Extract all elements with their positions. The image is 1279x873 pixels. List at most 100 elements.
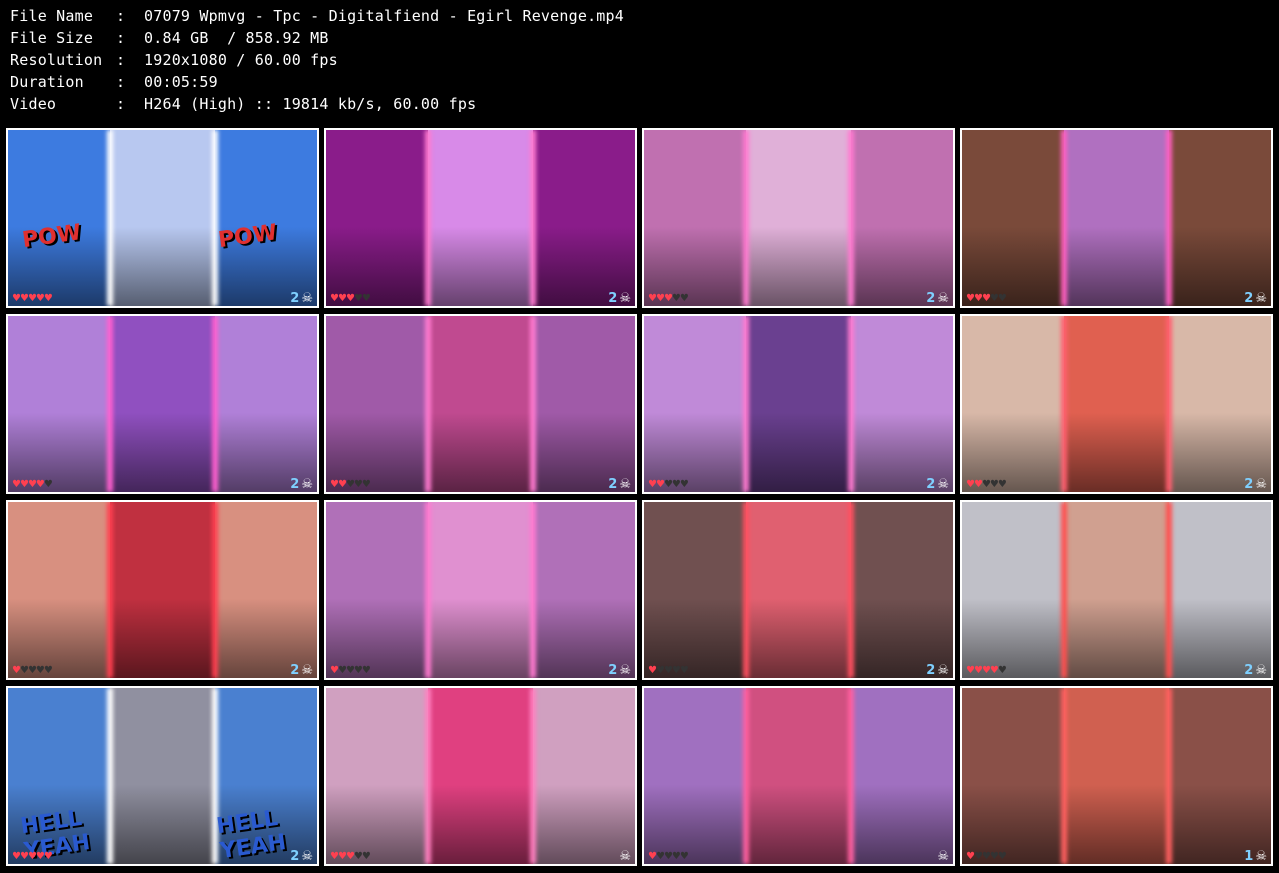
frame-panel xyxy=(851,502,953,678)
thumbnail-6[interactable]: ♥♥♥♥♥ 2 ☠ xyxy=(324,314,637,494)
heart-icon: ♥ xyxy=(361,293,371,304)
glow-divider xyxy=(212,316,219,492)
info-label: File Size xyxy=(10,29,94,47)
heart-icon: ♥ xyxy=(655,665,665,676)
thumbnail-16[interactable]: ♥♥♥♥♥ 1 ☠ xyxy=(960,686,1273,866)
heart-icon: ♥ xyxy=(12,665,21,676)
thumbnail-14[interactable]: ♥♥♥♥♥ ☠ xyxy=(324,686,637,866)
skull-icon: ☠ xyxy=(1255,663,1267,678)
skull-icon: ☠ xyxy=(1255,477,1267,492)
kill-counter: 2 ☠ xyxy=(608,663,631,678)
hearts-icon: ♥♥♥♥♥ xyxy=(330,293,371,304)
skull-icon: ☠ xyxy=(1255,849,1267,864)
frame-panel xyxy=(851,688,953,864)
info-separator: : xyxy=(116,95,126,113)
heart-icon: ♥ xyxy=(43,851,53,862)
hearts-icon: ♥♥♥♥♥ xyxy=(12,665,53,676)
heart-icon: ♥ xyxy=(337,851,347,862)
frame-panel xyxy=(215,316,317,492)
heart-icon: ♥ xyxy=(345,479,355,490)
glow-divider xyxy=(1166,316,1173,492)
frame-panel xyxy=(533,130,635,306)
thumbnail-13[interactable]: HELL YEAH HELL YEAH ♥♥♥♥♥ 2 ☠ xyxy=(6,686,319,866)
heart-icon: ♥ xyxy=(35,851,45,862)
frame-panel xyxy=(8,502,110,678)
heart-icon: ♥ xyxy=(43,665,53,676)
heart-icon: ♥ xyxy=(671,665,681,676)
frame-panel xyxy=(427,130,534,306)
glow-divider xyxy=(1060,316,1067,492)
heart-icon: ♥ xyxy=(12,293,21,304)
heart-icon: ♥ xyxy=(361,665,371,676)
heart-icon: ♥ xyxy=(330,851,339,862)
skull-icon: ☠ xyxy=(301,477,313,492)
kill-counter: ☠ xyxy=(935,849,949,864)
heart-icon: ♥ xyxy=(27,665,37,676)
frame-panel xyxy=(109,130,216,306)
glow-divider xyxy=(848,130,855,306)
thumbnail-8[interactable]: ♥♥♥♥♥ 2 ☠ xyxy=(960,314,1273,494)
glow-divider xyxy=(106,316,113,492)
glow-divider xyxy=(424,130,431,306)
thumbnail-4[interactable]: ♥♥♥♥♥ 2 ☠ xyxy=(960,128,1273,308)
heart-icon: ♥ xyxy=(19,479,29,490)
skull-icon: ☠ xyxy=(301,663,313,678)
thumbnail-3[interactable]: ♥♥♥♥♥ 2 ☠ xyxy=(642,128,955,308)
glow-divider xyxy=(530,130,537,306)
thumbnail-15[interactable]: ♥♥♥♥♥ ☠ xyxy=(642,686,955,866)
thumbnail-9[interactable]: ♥♥♥♥♥ 2 ☠ xyxy=(6,500,319,680)
counter-value: 2 xyxy=(926,663,936,678)
heart-icon: ♥ xyxy=(663,479,673,490)
heart-icon: ♥ xyxy=(671,293,681,304)
heart-icon: ♥ xyxy=(27,851,37,862)
heart-icon: ♥ xyxy=(353,851,363,862)
heart-icon: ♥ xyxy=(966,479,975,490)
kill-counter: 2 ☠ xyxy=(926,291,949,306)
heart-icon: ♥ xyxy=(663,665,673,676)
frame-panel xyxy=(1063,130,1170,306)
thumbnail-2[interactable]: ♥♥♥♥♥ 2 ☠ xyxy=(324,128,637,308)
heart-icon: ♥ xyxy=(973,293,983,304)
thumbnail-1[interactable]: POW POW ♥♥♥♥♥ 2 ☠ xyxy=(6,128,319,308)
heart-icon: ♥ xyxy=(997,479,1007,490)
thumbnail-5[interactable]: ♥♥♥♥♥ 2 ☠ xyxy=(6,314,319,494)
heart-icon: ♥ xyxy=(43,293,53,304)
skull-icon: ☠ xyxy=(937,663,949,678)
frame-panel xyxy=(1169,316,1271,492)
info-value: H264 (High) :: 19814 kb/s, 60.00 fps xyxy=(144,95,477,113)
info-value: 07079 Wpmvg - Tpc - Digitalfiend - Egirl… xyxy=(144,7,624,25)
thumbnail-10[interactable]: ♥♥♥♥♥ 2 ☠ xyxy=(324,500,637,680)
heart-icon: ♥ xyxy=(19,851,29,862)
heart-icon: ♥ xyxy=(19,293,29,304)
heart-icon: ♥ xyxy=(330,479,339,490)
heart-icon: ♥ xyxy=(43,479,53,490)
thumbnail-11[interactable]: ♥♥♥♥♥ 2 ☠ xyxy=(642,500,955,680)
kill-counter: 2 ☠ xyxy=(290,663,313,678)
glow-divider xyxy=(212,130,219,306)
thumbnail-7[interactable]: ♥♥♥♥♥ 2 ☠ xyxy=(642,314,955,494)
frame-panel xyxy=(533,316,635,492)
heart-icon: ♥ xyxy=(35,293,45,304)
thumbnail-12[interactable]: ♥♥♥♥♥ 2 ☠ xyxy=(960,500,1273,680)
glow-divider xyxy=(1060,502,1067,678)
heart-icon: ♥ xyxy=(353,665,363,676)
thumbnail-grid: POW POW ♥♥♥♥♥ 2 ☠ ♥♥♥♥♥ 2 ☠ ♥♥♥♥♥ 2 ☠ ♥♥♥♥♥ 2 ☠ ♥♥♥♥♥ 2… xyxy=(0,122,1279,873)
frame-panel xyxy=(8,316,110,492)
frame-panel xyxy=(109,502,216,678)
heart-icon: ♥ xyxy=(671,851,681,862)
hearts-icon: ♥♥♥♥♥ xyxy=(966,665,1007,676)
glow-divider xyxy=(424,688,431,864)
glow-divider xyxy=(1060,688,1067,864)
heart-icon: ♥ xyxy=(35,479,45,490)
glow-divider xyxy=(742,316,749,492)
frame-panel xyxy=(962,130,1064,306)
heart-icon: ♥ xyxy=(12,479,21,490)
heart-icon: ♥ xyxy=(655,293,665,304)
kill-counter: 2 ☠ xyxy=(1244,663,1267,678)
counter-value: 2 xyxy=(926,477,936,492)
frame-panel xyxy=(1063,688,1170,864)
frame-panel xyxy=(326,502,428,678)
heart-icon: ♥ xyxy=(966,851,975,862)
skull-icon: ☠ xyxy=(301,291,313,306)
frame-panel xyxy=(962,688,1064,864)
